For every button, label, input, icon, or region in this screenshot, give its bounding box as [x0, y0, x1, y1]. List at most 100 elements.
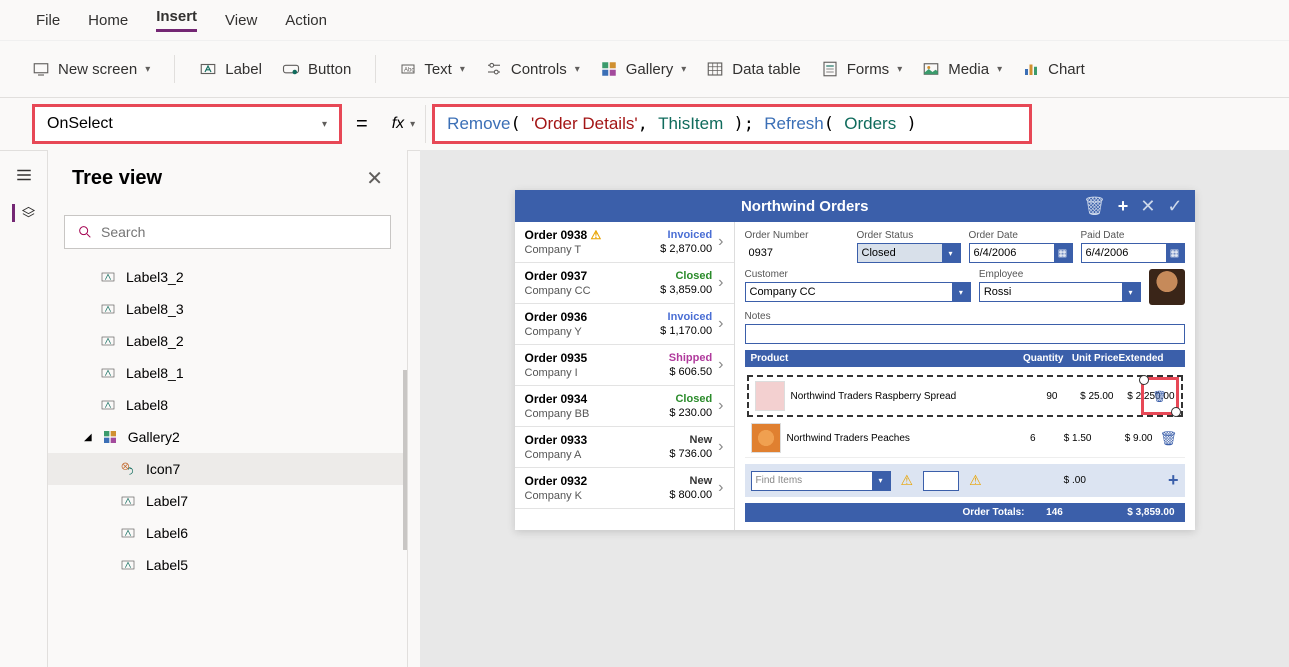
tree-list: Label3_2 Label8_3 Label8_2 Label8_1 Labe…	[48, 261, 407, 581]
button-icon	[282, 60, 300, 78]
cancel-icon[interactable]: ✕	[1140, 196, 1155, 217]
menu-view[interactable]: View	[225, 12, 257, 29]
selected-trash-icon[interactable]: 🗑	[1141, 377, 1179, 415]
label-icon	[199, 60, 217, 78]
text-button[interactable]: Abc Text▾	[400, 61, 465, 78]
app-titlebar: Northwind Orders 🗑 + ✕ ✓	[515, 190, 1195, 222]
tree-search[interactable]	[64, 215, 391, 249]
layers-icon[interactable]	[12, 204, 36, 222]
forms-icon	[821, 60, 839, 78]
property-selector[interactable]: OnSelect▾	[32, 104, 342, 144]
gallery-button[interactable]: Gallery▾	[600, 60, 687, 78]
trash-icon[interactable]: 🗑	[1083, 196, 1106, 217]
order-row[interactable]: Order 0933 Company ANew$ 736.00›	[515, 427, 734, 468]
label-icon	[100, 397, 116, 413]
warning-icon: ⚠	[901, 472, 914, 489]
order-row[interactable]: Order 0938 ⚠Company TInvoiced$ 2,870.00›	[515, 222, 734, 263]
ordnum-value: 0937	[745, 243, 849, 263]
product-row[interactable]: Northwind Traders Raspberry Spread90$ 25…	[747, 375, 1183, 417]
svg-text:Abc: Abc	[404, 68, 414, 74]
detail-pane: Order Number 0937 Order Status Closed▾ Ord…	[735, 222, 1195, 530]
notes-label: Notes	[745, 311, 1185, 322]
product-thumb	[755, 381, 785, 411]
new-screen-button[interactable]: New screen▾	[32, 60, 150, 78]
order-row[interactable]: Order 0935 Company IShipped$ 606.50›	[515, 345, 734, 386]
controls-button[interactable]: Controls▾	[485, 60, 580, 78]
employee-avatar	[1149, 269, 1185, 305]
status-dropdown[interactable]: Closed▾	[857, 243, 961, 263]
add-line-row: Find Items▾ ⚠ ⚠ $ .00 +	[745, 464, 1185, 497]
tree-item-label[interactable]: Label7	[48, 485, 407, 517]
orddate-input[interactable]: 6/4/2006▦	[969, 243, 1073, 263]
tree-item-icon7[interactable]: Icon7	[48, 453, 407, 485]
tree-item-label[interactable]: Label5	[48, 549, 407, 581]
label-icon	[120, 525, 136, 541]
chart-button[interactable]: Chart	[1022, 60, 1085, 78]
datatable-icon	[706, 60, 724, 78]
close-icon[interactable]: ✕	[366, 166, 383, 191]
button-button[interactable]: Button	[282, 60, 351, 78]
top-menu: File Home Insert View Action	[0, 0, 1289, 41]
tree-item-gallery[interactable]: ◢Gallery2	[48, 421, 407, 453]
trash-icon[interactable]: 🗑	[1159, 430, 1179, 447]
hamburger-icon[interactable]	[15, 166, 33, 184]
chart-icon	[1022, 60, 1040, 78]
cust-label: Customer	[745, 269, 971, 280]
app-preview: Northwind Orders 🗑 + ✕ ✓ Order 0938 ⚠Com…	[515, 190, 1195, 530]
menu-action[interactable]: Action	[285, 12, 327, 29]
find-items-dropdown[interactable]: Find Items▾	[751, 471, 891, 491]
tree-item-label[interactable]: Label8_1	[48, 357, 407, 389]
tree-item-label[interactable]: Label3_2	[48, 261, 407, 293]
customer-dropdown[interactable]: Company CC▾	[745, 282, 971, 302]
text-icon: Abc	[400, 61, 416, 77]
employee-dropdown[interactable]: Rossi▾	[979, 282, 1141, 302]
forms-button[interactable]: Forms▾	[821, 60, 903, 78]
totals-row: Order Totals: 146 $ 3,859.00	[745, 503, 1185, 522]
label-icon	[100, 365, 116, 381]
ordnum-label: Order Number	[745, 230, 849, 241]
status-label: Order Status	[857, 230, 961, 241]
menu-home[interactable]: Home	[88, 12, 128, 29]
check-icon[interactable]: ✓	[1167, 196, 1182, 217]
canvas: Northwind Orders 🗑 + ✕ ✓ Order 0938 ⚠Com…	[420, 150, 1289, 667]
notes-input[interactable]	[745, 324, 1185, 344]
tree-item-label[interactable]: Label6	[48, 517, 407, 549]
tree-item-label[interactable]: Label8_3	[48, 293, 407, 325]
datatable-button[interactable]: Data table	[706, 60, 800, 78]
add-qty-input[interactable]	[923, 471, 959, 491]
label-icon	[120, 557, 136, 573]
add-line-button[interactable]: +	[1168, 470, 1179, 491]
order-row[interactable]: Order 0936 Company YInvoiced$ 1,170.00›	[515, 304, 734, 345]
label-button[interactable]: Label	[199, 60, 262, 78]
order-row[interactable]: Order 0934 Company BBClosed$ 230.00›	[515, 386, 734, 427]
formula-input[interactable]: Remove( 'Order Details', ThisItem ); Ref…	[432, 104, 1032, 144]
tree-view-title: Tree view	[72, 167, 162, 190]
scrollbar[interactable]	[403, 370, 407, 550]
order-row[interactable]: Order 0932 Company KNew$ 800.00›	[515, 468, 734, 509]
paiddate-label: Paid Date	[1081, 230, 1185, 241]
gallery-icon	[102, 429, 118, 445]
media-button[interactable]: Media▾	[922, 60, 1002, 78]
order-list[interactable]: Order 0938 ⚠Company TInvoiced$ 2,870.00›…	[515, 222, 735, 530]
search-input[interactable]	[101, 224, 378, 240]
plus-icon[interactable]: +	[1118, 196, 1129, 217]
product-row[interactable]: Northwind Traders Peaches6$ 1.50$ 9.00🗑	[745, 419, 1185, 458]
label-icon	[100, 333, 116, 349]
media-icon	[922, 60, 940, 78]
tree-item-label[interactable]: Label8	[48, 389, 407, 421]
tree-item-label[interactable]: Label8_2	[48, 325, 407, 357]
warning-icon: ⚠	[969, 472, 982, 489]
menu-insert[interactable]: Insert	[156, 8, 197, 32]
controls-icon	[485, 60, 503, 78]
menu-file[interactable]: File	[36, 12, 60, 29]
icon-control-icon	[120, 461, 136, 477]
order-row[interactable]: Order 0937 Company CCClosed$ 3,859.00›	[515, 263, 734, 304]
fx-button[interactable]: fx▾	[382, 105, 426, 143]
product-header: Product Quantity Unit Price Extended	[745, 350, 1185, 367]
screen-icon	[32, 60, 50, 78]
paiddate-input[interactable]: 6/4/2006▦	[1081, 243, 1185, 263]
label-icon	[100, 269, 116, 285]
label-icon	[120, 493, 136, 509]
orddate-label: Order Date	[969, 230, 1073, 241]
emp-label: Employee	[979, 269, 1141, 280]
